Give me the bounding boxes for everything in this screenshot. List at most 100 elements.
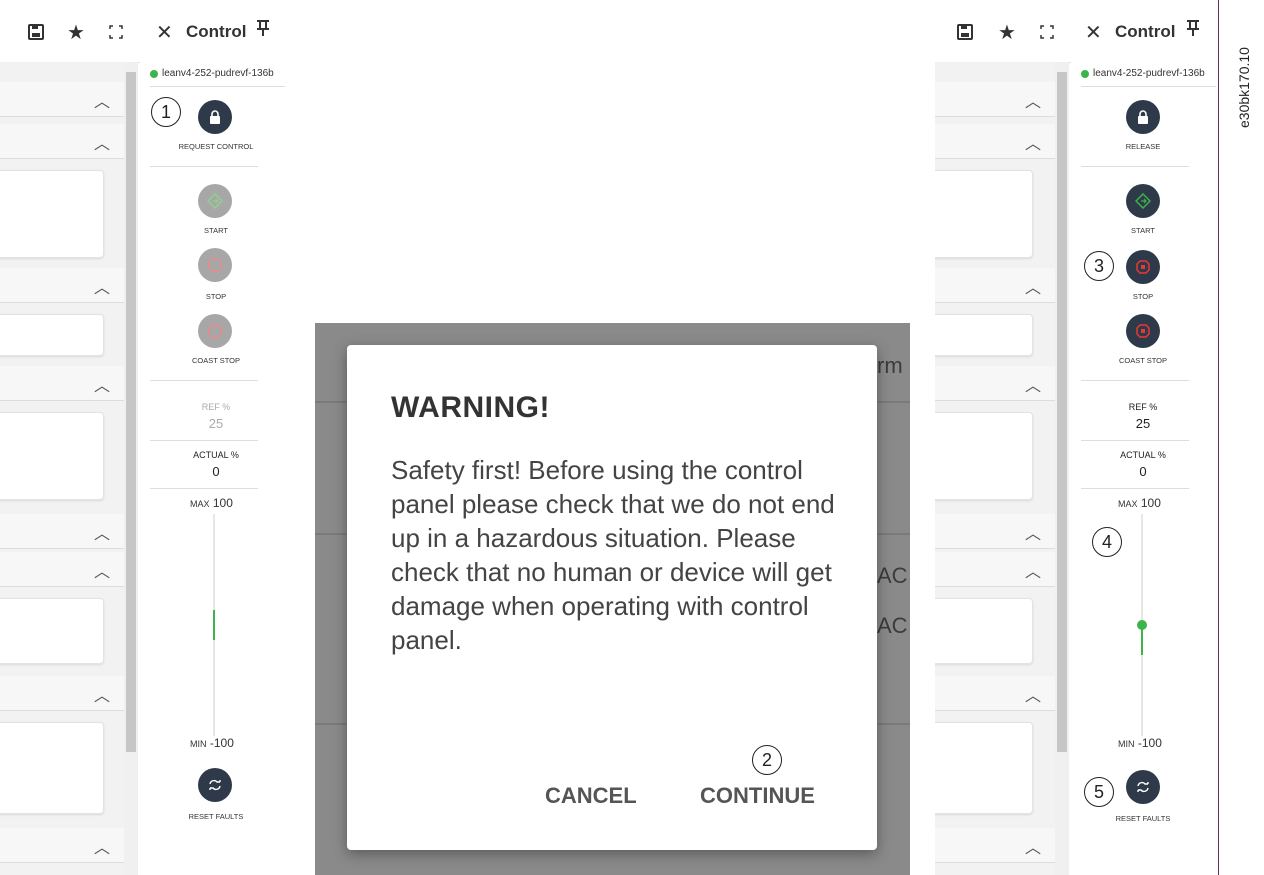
actual-label: ACTUAL % — [193, 450, 239, 460]
right-control-panel: ★ ✕ Control ︿ ︿ ︿ ︿ ︿ ︿ ︿ ︿ leanv4-252-p… — [935, 0, 1218, 875]
list-section-header[interactable]: ︿ — [935, 552, 1055, 587]
list-card — [935, 722, 1033, 814]
star-icon[interactable]: ★ — [64, 20, 88, 44]
device-name: leanv4-252-pudrevf-136b — [1093, 68, 1205, 79]
min-readout: MIN -100 — [1118, 736, 1162, 750]
request-control-label: REQUEST CONTROL — [178, 142, 254, 151]
chevron-up-icon[interactable]: ︿ — [94, 130, 110, 154]
list-section-header[interactable]: ︿ — [0, 676, 124, 711]
chevron-up-icon[interactable]: ︿ — [94, 274, 110, 298]
chevron-up-icon[interactable]: ︿ — [1025, 834, 1041, 858]
list-section-header[interactable]: ︿ — [0, 828, 124, 863]
toolbar: ★ ✕ Control — [0, 0, 310, 63]
callout-1: 1 — [151, 97, 181, 127]
backdrop-text-fragment: AC — [877, 563, 908, 588]
document-code: e30bk170.10 — [1236, 47, 1252, 128]
list-section-header[interactable]: ︿ — [935, 124, 1055, 159]
stop-label: STOP — [205, 292, 227, 301]
control-column: leanv4-252-pudrevf-136b RELEASE START ST… — [1071, 62, 1218, 875]
diamond-start-icon — [207, 193, 223, 209]
chevron-up-icon[interactable]: ︿ — [94, 558, 110, 582]
request-control-button[interactable] — [198, 100, 232, 134]
release-button[interactable] — [1126, 100, 1160, 134]
divider — [150, 166, 258, 167]
toolbar: ★ ✕ Control — [935, 0, 1218, 63]
speed-slider-thumb[interactable] — [1137, 620, 1147, 630]
stop-button[interactable] — [1126, 250, 1160, 284]
callout-5: 5 — [1084, 777, 1114, 807]
pin-icon[interactable] — [1186, 19, 1200, 43]
list-section-header[interactable]: ︿ — [0, 124, 124, 159]
speed-slider-fill — [213, 610, 215, 640]
list-section-header[interactable]: ︿ — [935, 514, 1055, 549]
status-dot — [1081, 69, 1089, 78]
chevron-up-icon[interactable]: ︿ — [1025, 558, 1041, 582]
backdrop-text-fragment: AC — [877, 613, 908, 638]
start-button[interactable] — [1126, 184, 1160, 218]
start-label: START — [204, 226, 228, 235]
coast-stop-button[interactable] — [1126, 314, 1160, 348]
coast-stop-button[interactable] — [198, 314, 232, 348]
ref-label: REF % — [201, 402, 231, 412]
close-icon[interactable]: ✕ — [156, 20, 173, 45]
chevron-up-icon[interactable]: ︿ — [94, 372, 110, 396]
chevron-up-icon[interactable]: ︿ — [94, 88, 110, 112]
scrollbar-thumb[interactable] — [126, 72, 136, 752]
status-dot — [150, 69, 158, 78]
device-list: ︿ ︿ ︿ ︿ ︿ ︿ ︿ ︿ — [935, 62, 1055, 875]
chevron-up-icon[interactable]: ︿ — [94, 834, 110, 858]
stop-octagon-icon — [208, 258, 222, 272]
divider — [150, 488, 258, 489]
list-section-header[interactable]: ︿ — [0, 268, 124, 303]
list-section-header[interactable]: ︿ — [0, 366, 124, 401]
scrollbar[interactable] — [1055, 62, 1069, 875]
divider — [1081, 488, 1189, 489]
list-card — [935, 412, 1033, 500]
close-icon[interactable]: ✕ — [1085, 20, 1102, 45]
chevron-up-icon[interactable]: ︿ — [1025, 274, 1041, 298]
ref-label: REF % — [1128, 402, 1158, 412]
chevron-up-icon[interactable]: ︿ — [94, 520, 110, 544]
reset-faults-button[interactable] — [1126, 770, 1160, 804]
list-section-header[interactable]: ︿ — [0, 514, 124, 549]
chevron-up-icon[interactable]: ︿ — [1025, 88, 1041, 112]
list-section-header[interactable]: ︿ — [0, 552, 124, 587]
fullscreen-icon[interactable] — [104, 20, 128, 44]
star-icon[interactable]: ★ — [995, 20, 1019, 44]
scrollbar[interactable] — [124, 62, 138, 875]
stop-octagon-icon — [1136, 324, 1150, 338]
lock-icon — [210, 110, 220, 124]
actual-label: ACTUAL % — [1120, 450, 1166, 460]
device-status: leanv4-252-pudrevf-136b — [150, 68, 274, 79]
save-icon[interactable] — [24, 20, 48, 44]
chevron-up-icon[interactable]: ︿ — [94, 682, 110, 706]
reset-faults-button[interactable] — [198, 768, 232, 802]
list-section-header[interactable]: ︿ — [935, 828, 1055, 863]
list-card — [935, 598, 1033, 664]
divider — [150, 440, 258, 441]
chevron-up-icon[interactable]: ︿ — [1025, 130, 1041, 154]
list-section-header[interactable]: ︿ — [0, 82, 124, 117]
chevron-up-icon[interactable]: ︿ — [1025, 682, 1041, 706]
chevron-up-icon[interactable]: ︿ — [1025, 520, 1041, 544]
ref-value[interactable]: 25 — [1083, 416, 1203, 431]
device-status: leanv4-252-pudrevf-136b — [1081, 68, 1205, 79]
list-section-header[interactable]: ︿ — [935, 268, 1055, 303]
list-section-header[interactable]: ︿ — [935, 82, 1055, 117]
stop-button[interactable] — [198, 248, 232, 282]
continue-button[interactable]: CONTINUE — [700, 783, 815, 809]
left-control-panel: ★ ✕ Control ︿ ︿ ︿ ︿ ︿ ︿ ︿ ︿ leanv4-252-p… — [0, 0, 310, 875]
max-value: 100 — [1140, 496, 1161, 510]
fullscreen-icon[interactable] — [1035, 20, 1059, 44]
start-button[interactable] — [198, 184, 232, 218]
cancel-button[interactable]: CANCEL — [545, 783, 637, 809]
scrollbar-thumb[interactable] — [1057, 72, 1067, 752]
pin-icon[interactable] — [256, 19, 270, 43]
chevron-up-icon[interactable]: ︿ — [1025, 372, 1041, 396]
list-section-header[interactable]: ︿ — [935, 366, 1055, 401]
divider — [150, 380, 258, 381]
list-section-header[interactable]: ︿ — [935, 676, 1055, 711]
list-card — [0, 314, 104, 356]
save-icon[interactable] — [953, 20, 977, 44]
list-card — [0, 412, 104, 500]
